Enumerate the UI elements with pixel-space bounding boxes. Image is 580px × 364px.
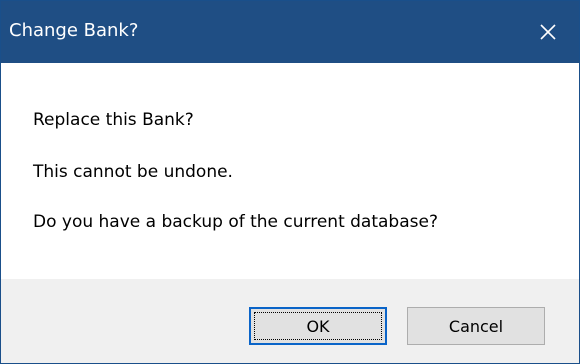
ok-button-label: OK — [306, 316, 330, 336]
button-bar: OK Cancel — [1, 279, 579, 363]
ok-button[interactable]: OK — [249, 307, 387, 345]
message-area: Replace this Bank? This cannot be undone… — [1, 63, 579, 279]
dialog-title: Change Bank? — [9, 20, 139, 41]
message-line-backup-question: Do you have a backup of the current data… — [33, 212, 438, 232]
cancel-button[interactable]: Cancel — [407, 307, 545, 345]
close-icon — [540, 24, 556, 40]
message-line-undo-warning: This cannot be undone. — [33, 162, 233, 182]
close-button[interactable] — [517, 1, 579, 63]
change-bank-dialog: Change Bank? Replace this Bank? This can… — [0, 0, 580, 364]
message-line-replace: Replace this Bank? — [33, 110, 194, 130]
cancel-button-label: Cancel — [448, 316, 504, 336]
title-bar: Change Bank? — [1, 1, 579, 63]
